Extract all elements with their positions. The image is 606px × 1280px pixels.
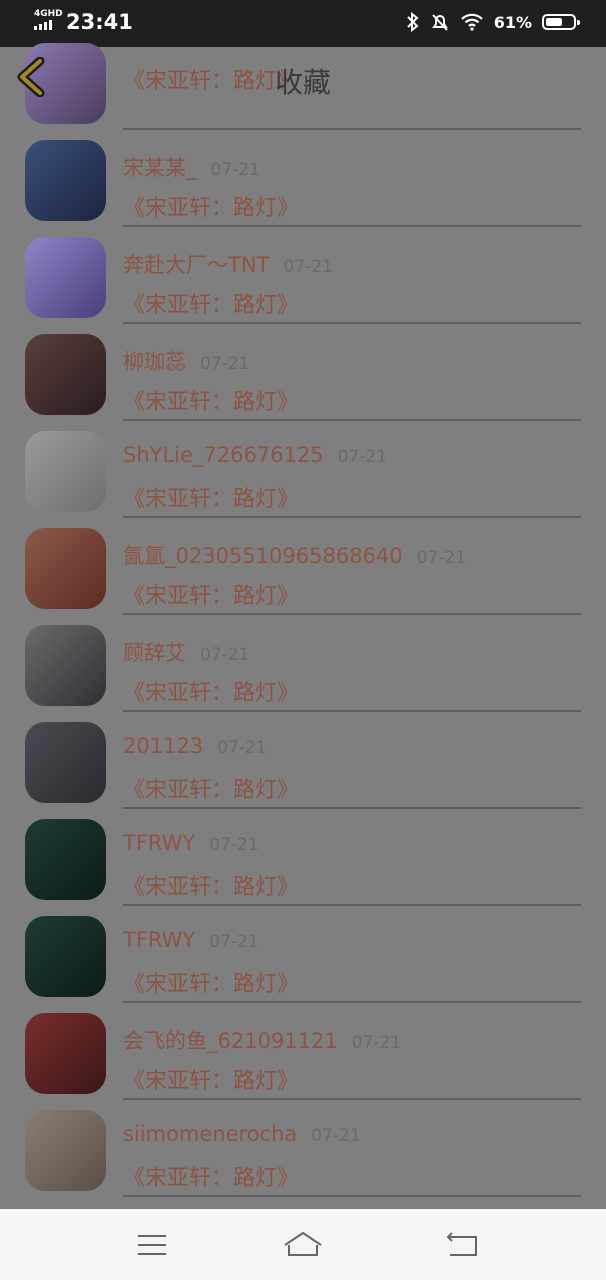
post-date: 07-21 (200, 354, 250, 374)
user-name[interactable]: 奔赴大厂～TNT (123, 253, 269, 277)
avatar[interactable] (25, 140, 106, 221)
clock: 23:41 (66, 10, 133, 34)
song-title[interactable]: 《宋亚轩：路灯》 (123, 287, 299, 319)
return-icon[interactable] (432, 1223, 492, 1267)
list-item[interactable]: 顾辞艾 07-21 《宋亚轩：路灯》 (0, 615, 606, 712)
wifi-icon (460, 13, 483, 31)
post-date: 07-21 (200, 645, 250, 665)
page-title: 收藏 (274, 66, 331, 99)
user-name[interactable]: 氤氲_02305510965868640 (123, 544, 403, 568)
avatar[interactable] (25, 334, 106, 415)
battery-icon (542, 14, 580, 30)
list-item[interactable]: siimomenerocha 07-21 《宋亚轩：路灯》 (0, 1100, 606, 1197)
network-type: 4GHD (34, 9, 63, 19)
header: 收藏 (0, 47, 606, 107)
post-date: 07-21 (283, 257, 333, 277)
list-item[interactable]: 柳珈蕊 07-21 《宋亚轩：路灯》 (0, 324, 606, 421)
song-title[interactable]: 《宋亚轩：路灯》 (123, 481, 299, 513)
navigation-bar (0, 1209, 606, 1280)
signal-icon (34, 20, 52, 30)
user-name[interactable]: 201123 (123, 734, 203, 758)
home-icon[interactable] (273, 1223, 333, 1267)
list-item[interactable]: 奔赴大厂～TNT 07-21 《宋亚轩：路灯》 (0, 227, 606, 324)
avatar[interactable] (25, 431, 106, 512)
song-title[interactable]: 《宋亚轩：路灯》 (123, 384, 299, 416)
avatar[interactable] (25, 916, 106, 997)
avatar[interactable] (25, 819, 106, 900)
post-date: 07-21 (209, 835, 259, 855)
avatar[interactable] (25, 528, 106, 609)
user-name[interactable]: 会飞的鱼_621091121 (123, 1029, 338, 1053)
list-item[interactable]: ShYLie_726676125 07-21 《宋亚轩：路灯》 (0, 421, 606, 518)
bluetooth-icon (406, 12, 419, 32)
song-title[interactable]: 《宋亚轩：路灯》 (123, 869, 299, 901)
post-date: 07-21 (416, 548, 467, 568)
battery-percent: 61% (493, 12, 532, 32)
avatar[interactable] (25, 722, 106, 803)
post-date: 07-21 (311, 1126, 361, 1146)
list-item[interactable]: 201123 07-21 《宋亚轩：路灯》 (0, 712, 606, 809)
user-name[interactable]: siimomenerocha (123, 1122, 297, 1146)
song-title[interactable]: 《宋亚轩：路灯》 (123, 675, 299, 707)
list-item[interactable]: 会飞的鱼_621091121 07-21 《宋亚轩：路灯》 (0, 1003, 606, 1100)
post-date: 07-21 (209, 932, 259, 952)
mute-bell-icon (431, 14, 448, 31)
song-title[interactable]: 《宋亚轩：路灯》 (123, 1160, 299, 1192)
favorites-list: 《宋亚轩：路灯》 宋某某_ 07-21 《宋亚轩：路灯》 奔赴大厂～TNT 07-21 《宋… (0, 43, 606, 1197)
user-name[interactable]: ShYLie_726676125 (123, 443, 324, 467)
avatar[interactable] (25, 237, 106, 318)
post-date: 07-21 (351, 1033, 402, 1053)
list-item[interactable]: TFRWY 07-21 《宋亚轩：路灯》 (0, 809, 606, 906)
song-title[interactable]: 《宋亚轩：路灯》 (123, 190, 299, 222)
avatar[interactable] (25, 625, 106, 706)
divider (123, 1195, 581, 1197)
post-date: 07-21 (337, 447, 388, 467)
avatar[interactable] (25, 1110, 106, 1191)
user-name[interactable]: TFRWY (123, 928, 195, 952)
avatar[interactable] (25, 1013, 106, 1094)
user-name[interactable]: 柳珈蕊 (123, 350, 186, 374)
menu-icon[interactable] (122, 1223, 182, 1267)
post-date: 07-21 (210, 160, 260, 180)
user-name[interactable]: 顾辞艾 (123, 641, 186, 665)
list-item[interactable]: 氤氲_02305510965868640 07-21 《宋亚轩：路灯》 (0, 518, 606, 615)
post-date: 07-21 (217, 738, 267, 758)
song-title[interactable]: 《宋亚轩：路灯》 (123, 966, 299, 998)
user-name[interactable]: TFRWY (123, 831, 195, 855)
song-title[interactable]: 《宋亚轩：路灯》 (123, 772, 299, 804)
list-item[interactable]: TFRWY 07-21 《宋亚轩：路灯》 (0, 906, 606, 1003)
list-item[interactable]: 宋某某_ 07-21 《宋亚轩：路灯》 (0, 130, 606, 227)
user-name[interactable]: 宋某某_ (123, 156, 197, 180)
song-title[interactable]: 《宋亚轩：路灯》 (123, 1063, 299, 1095)
song-title[interactable]: 《宋亚轩：路灯》 (123, 578, 299, 610)
